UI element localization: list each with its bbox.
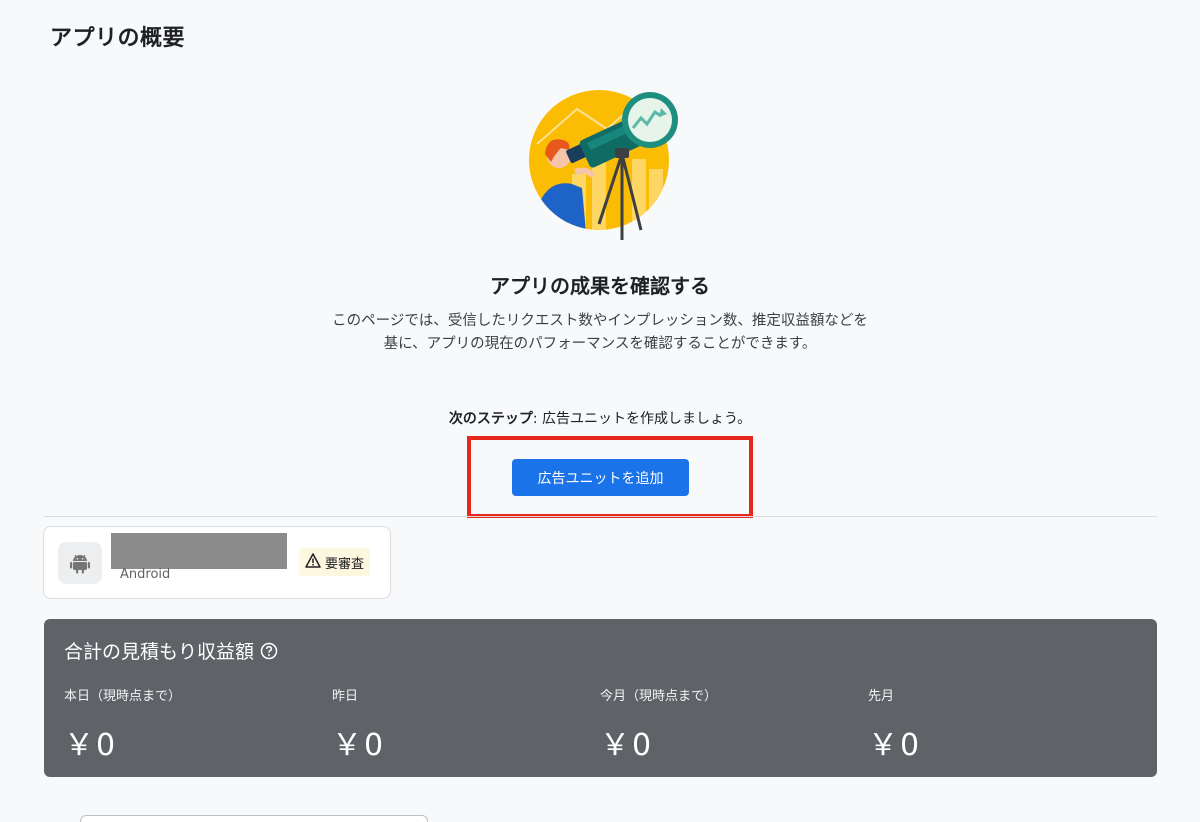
help-icon[interactable]	[260, 642, 278, 660]
stat-label: 本日（現時点まで）	[64, 689, 182, 704]
stat-yesterday: 昨日 ￥0	[332, 685, 385, 764]
stat-value: ￥0	[868, 728, 922, 763]
page-title: アプリの概要	[50, 26, 186, 51]
app-platform: Android	[120, 567, 171, 582]
stat-label: 昨日	[332, 689, 359, 704]
stat-label: 先月	[868, 689, 895, 704]
stat-last-month: 先月 ￥0	[868, 685, 921, 764]
app-overview-page: アプリの概要 アプリの成果を確認する このページでは、受信したリクエスト数やイン…	[0, 0, 1200, 822]
next-step-detail: : 広告ユニットを作成しましょう。	[532, 411, 752, 427]
earnings-title-text: 合計の見積もり収益額	[64, 641, 255, 663]
status-badge-label: 要審査	[325, 556, 365, 572]
next-card	[80, 815, 428, 822]
warning-icon	[305, 552, 321, 572]
estimated-earnings-card: 合計の見積もり収益額 本日（現時点まで） ￥0 昨日 ￥0 今月（現時点まで） …	[44, 619, 1157, 777]
next-step-label: 次のステップ	[448, 411, 533, 427]
stat-this-month: 今月（現時点まで） ￥0	[600, 685, 717, 764]
status-badge: 要審査	[299, 548, 371, 576]
earnings-title: 合計の見積もり収益額	[64, 637, 278, 664]
app-card[interactable]: Android 要審査	[43, 526, 391, 599]
stat-value: ￥0	[332, 728, 386, 763]
stat-value: ￥0	[64, 728, 118, 763]
next-step-text: 次のステップ: 広告ユニットを作成しましょう。	[0, 408, 1200, 428]
section-divider	[44, 516, 1157, 517]
app-name-redacted	[111, 533, 287, 569]
stat-value: ￥0	[600, 728, 654, 763]
stat-label: 今月（現時点まで）	[600, 689, 718, 704]
hero-description: このページでは、受信したリクエスト数やインプレッション数、推定収益額などを基に、…	[332, 313, 868, 352]
hero-heading: アプリの成果を確認する	[490, 274, 710, 298]
add-ad-unit-button[interactable]: 広告ユニットを追加	[512, 459, 689, 496]
telescope-illustration	[527, 84, 687, 244]
android-icon	[58, 542, 102, 584]
stat-today: 本日（現時点まで） ￥0	[64, 685, 181, 764]
